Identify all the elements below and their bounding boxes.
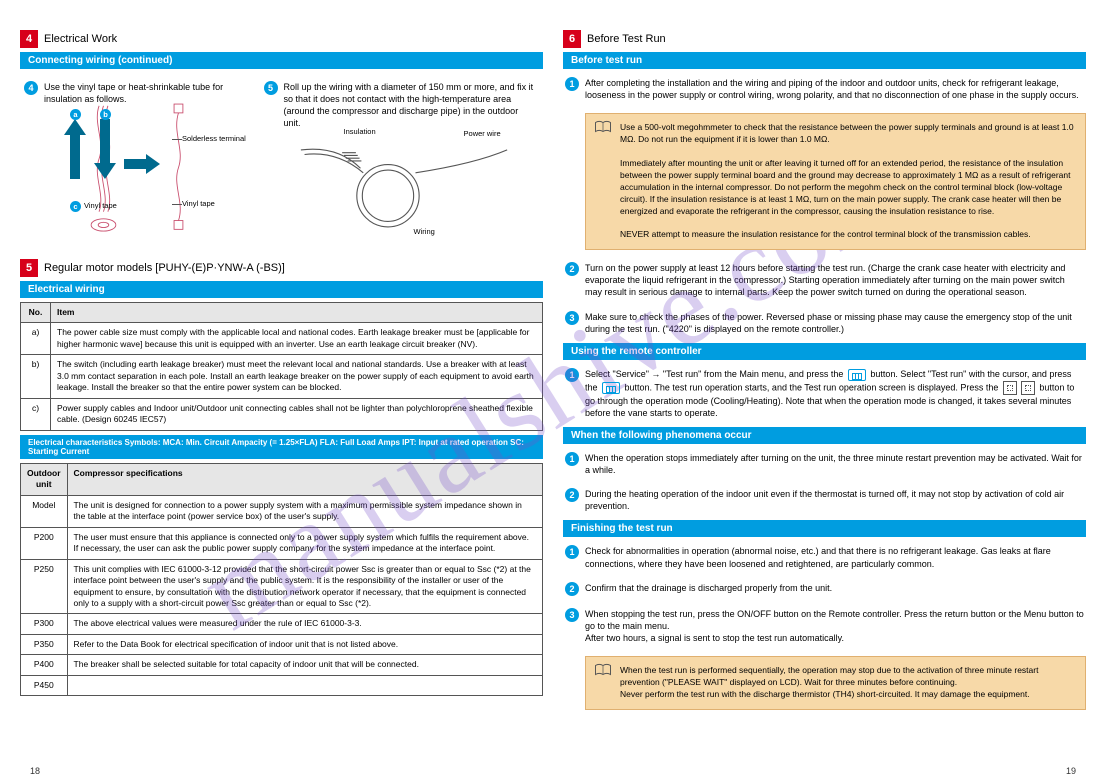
- diagram-zone: 4 Use the vinyl tape or heat-shrinkable …: [20, 73, 543, 255]
- select-button-icon: [602, 382, 620, 394]
- section-header-6: 6 Before Test Run: [563, 30, 1086, 48]
- diag-label-vinyl: Vinyl tape: [182, 199, 215, 208]
- pre-step-1: 1 After completing the installation and …: [563, 73, 1086, 105]
- section-title-5: Regular motor models [PUHY-(E)P·YNW-A (-…: [38, 259, 543, 277]
- label-a-bullet: a: [70, 109, 81, 120]
- arrow-up-icon: [64, 119, 86, 179]
- note-body: When the test run is performed sequentia…: [620, 665, 1075, 701]
- note-insulation: Use a 500-volt megohmmeter to check that…: [585, 113, 1086, 250]
- mode-button-icon: [1003, 381, 1017, 395]
- bullet-icon: 1: [565, 452, 579, 466]
- section-number-box-6: 6: [563, 30, 581, 48]
- section-title: Electrical Work: [38, 30, 543, 48]
- book-icon: [594, 120, 612, 134]
- note-body: Use a 500-volt megohmmeter to check that…: [620, 122, 1075, 241]
- table-row: P200The user must ensure that this appli…: [21, 527, 543, 559]
- step-bullet-5: 5: [264, 81, 278, 95]
- note-finishing: When the test run is performed sequentia…: [585, 656, 1086, 710]
- pre-step-3-text: Make sure to check the phases of the pow…: [585, 311, 1084, 335]
- when-step-1-text: When the operation stops immediately aft…: [585, 452, 1084, 476]
- page-container: 4 Electrical Work Connecting wiring (con…: [0, 0, 1106, 734]
- page-number-left: 18: [30, 766, 40, 776]
- bar-phenomena: When the following phenomena occur: [563, 427, 1086, 444]
- label-c-bullet: c: [70, 201, 81, 212]
- when-step-2-text: During the heating operation of the indo…: [585, 488, 1084, 512]
- bullet-icon: 2: [565, 262, 579, 276]
- section-number-box-5: 5: [20, 259, 38, 277]
- th-item: Item: [51, 303, 543, 323]
- bar-electrical-char: Electrical characteristics Symbols: MCA:…: [20, 435, 543, 459]
- th-no: No.: [21, 303, 51, 323]
- book-icon: [594, 663, 612, 677]
- diag-label-solderless: Solderless terminal: [182, 134, 246, 143]
- bar-finishing: Finishing the test run: [563, 520, 1086, 537]
- when-step-1: 1 When the operation stops immediately a…: [563, 448, 1086, 480]
- arrow-down-icon: [94, 119, 116, 179]
- coil-label-power: Power wire: [464, 129, 501, 138]
- sub-bar-connecting: Connecting wiring (continued): [20, 52, 543, 69]
- fin-step-2: 2 Confirm that the drainage is discharge…: [563, 578, 1086, 600]
- bullet-icon: 2: [565, 582, 579, 596]
- using-step-1: 1 Select "Service" → "Test run" from the…: [563, 364, 1086, 423]
- table-row: P400The breaker shall be selected suitab…: [21, 655, 543, 675]
- select-button-icon: [848, 369, 866, 381]
- section-number-box: 4: [20, 30, 38, 48]
- page-number-right: 19: [1066, 766, 1076, 776]
- section-title-6: Before Test Run: [581, 30, 1086, 48]
- fin-step-1: 1 Check for abnormalities in operation (…: [563, 541, 1086, 573]
- fin-step-3: 3 When stopping the test run, press the …: [563, 604, 1086, 648]
- table-row: b)The switch (including earth leakage br…: [21, 355, 543, 398]
- label-c-text: Vinyl tape: [84, 201, 117, 210]
- bar-electrical-wiring: Electrical wiring: [20, 281, 543, 298]
- characteristics-table: Outdoor unitCompressor specifications Mo…: [20, 463, 543, 697]
- diagram-coil: 5 Roll up the wiring with a diameter of …: [264, 79, 539, 249]
- coil-label-wiring: Wiring: [414, 227, 435, 236]
- right-column: 6 Before Test Run Before test run 1 Afte…: [563, 30, 1086, 714]
- pre-step-1-text: After completing the installation and th…: [585, 77, 1084, 101]
- table-row: P300The above electrical values were mea…: [21, 614, 543, 634]
- bullet-icon: 1: [565, 77, 579, 91]
- table-row: P450: [21, 675, 543, 695]
- th-comp: Compressor specifications: [67, 463, 542, 495]
- using-step-1-text: Select "Service" → "Test run" from the M…: [585, 368, 1084, 419]
- coil-label-insulation: Insulation: [344, 127, 376, 136]
- section-header-5: 5 Regular motor models [PUHY-(E)P·YNW-A …: [20, 259, 543, 277]
- bar-using-remote: Using the remote controller: [563, 343, 1086, 360]
- wiring-table: No.Item a)The power cable size must comp…: [20, 302, 543, 431]
- when-step-2: 2 During the heating operation of the in…: [563, 484, 1086, 516]
- fin-step-3-text: When stopping the test run, press the ON…: [585, 608, 1084, 644]
- bullet-icon: 1: [565, 545, 579, 559]
- table-row: P250This unit complies with IEC 61000-3-…: [21, 559, 543, 614]
- diagram-tape-wrap: 4 Use the vinyl tape or heat-shrinkable …: [24, 79, 254, 249]
- pre-step-2: 2 Turn on the power supply at least 12 h…: [563, 258, 1086, 302]
- left-column: 4 Electrical Work Connecting wiring (con…: [20, 30, 543, 714]
- step-bullet-4: 4: [24, 81, 38, 95]
- section-header-4: 4 Electrical Work: [20, 30, 543, 48]
- coil-svg: [264, 127, 539, 237]
- fin-step-2-text: Confirm that the drainage is discharged …: [585, 582, 1084, 594]
- fin-step-1-text: Check for abnormalities in operation (ab…: [585, 545, 1084, 569]
- table-row: P350Refer to the Data Book for electrica…: [21, 634, 543, 654]
- table-row: a)The power cable size must comply with …: [21, 323, 543, 355]
- table-row: c)Power supply cables and Indoor unit/Ou…: [21, 398, 543, 430]
- label-b-bullet: b: [100, 109, 111, 120]
- arrow-right-icon: [124, 154, 160, 174]
- pre-step-2-text: Turn on the power supply at least 12 hou…: [585, 262, 1084, 298]
- bullet-icon: 3: [565, 311, 579, 325]
- pre-step-3: 3 Make sure to check the phases of the p…: [563, 307, 1086, 339]
- step-5-text: Roll up the wiring with a diameter of 15…: [284, 81, 537, 130]
- mode-button-icon: [1021, 381, 1035, 395]
- th-outdoor: Outdoor unit: [21, 463, 68, 495]
- bar-before-test: Before test run: [563, 52, 1086, 69]
- bullet-icon: 2: [565, 488, 579, 502]
- bullet-icon: 1: [565, 368, 579, 382]
- table-row: ModelThe unit is designed for connection…: [21, 495, 543, 527]
- bullet-icon: 3: [565, 608, 579, 622]
